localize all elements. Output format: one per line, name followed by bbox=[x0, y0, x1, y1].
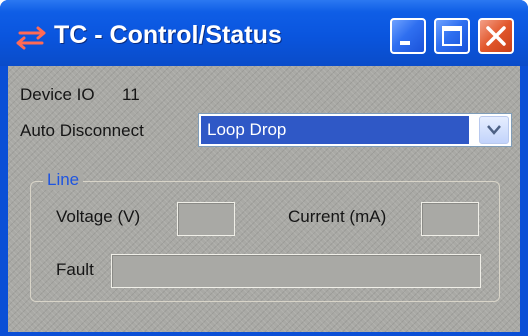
transfer-arrows-icon bbox=[14, 26, 48, 50]
fault-label: Fault bbox=[56, 260, 94, 279]
title-bar[interactable]: TC - Control/Status bbox=[0, 0, 528, 66]
window-title: TC - Control/Status bbox=[54, 21, 282, 49]
close-icon bbox=[486, 26, 506, 46]
fault-field bbox=[111, 254, 481, 288]
auto-disconnect-selected-value: Loop Drop bbox=[201, 116, 469, 144]
auto-disconnect-label: Auto Disconnect bbox=[20, 121, 144, 140]
tc-control-status-window: TC - Control/Status Device IO 11 Auto Di… bbox=[0, 0, 528, 336]
line-group-title: Line bbox=[43, 170, 84, 190]
maximize-button[interactable] bbox=[434, 18, 470, 54]
minimize-icon bbox=[400, 41, 410, 45]
device-io-value: 11 bbox=[122, 85, 140, 104]
dropdown-button[interactable] bbox=[479, 116, 509, 144]
line-group: Line Voltage (V) Current (mA) Fault bbox=[30, 170, 500, 302]
chevron-down-icon bbox=[487, 125, 501, 135]
maximize-icon bbox=[442, 26, 462, 46]
current-label: Current (mA) bbox=[288, 207, 387, 226]
minimize-button[interactable] bbox=[390, 18, 426, 54]
auto-disconnect-select[interactable]: Loop Drop bbox=[198, 113, 512, 147]
close-button[interactable] bbox=[478, 18, 514, 54]
device-io-label: Device IO bbox=[20, 85, 95, 104]
current-field bbox=[421, 202, 479, 236]
client-area: Device IO 11 Auto Disconnect Loop Drop L… bbox=[8, 66, 520, 332]
voltage-field bbox=[177, 202, 235, 236]
voltage-label: Voltage (V) bbox=[56, 207, 141, 226]
